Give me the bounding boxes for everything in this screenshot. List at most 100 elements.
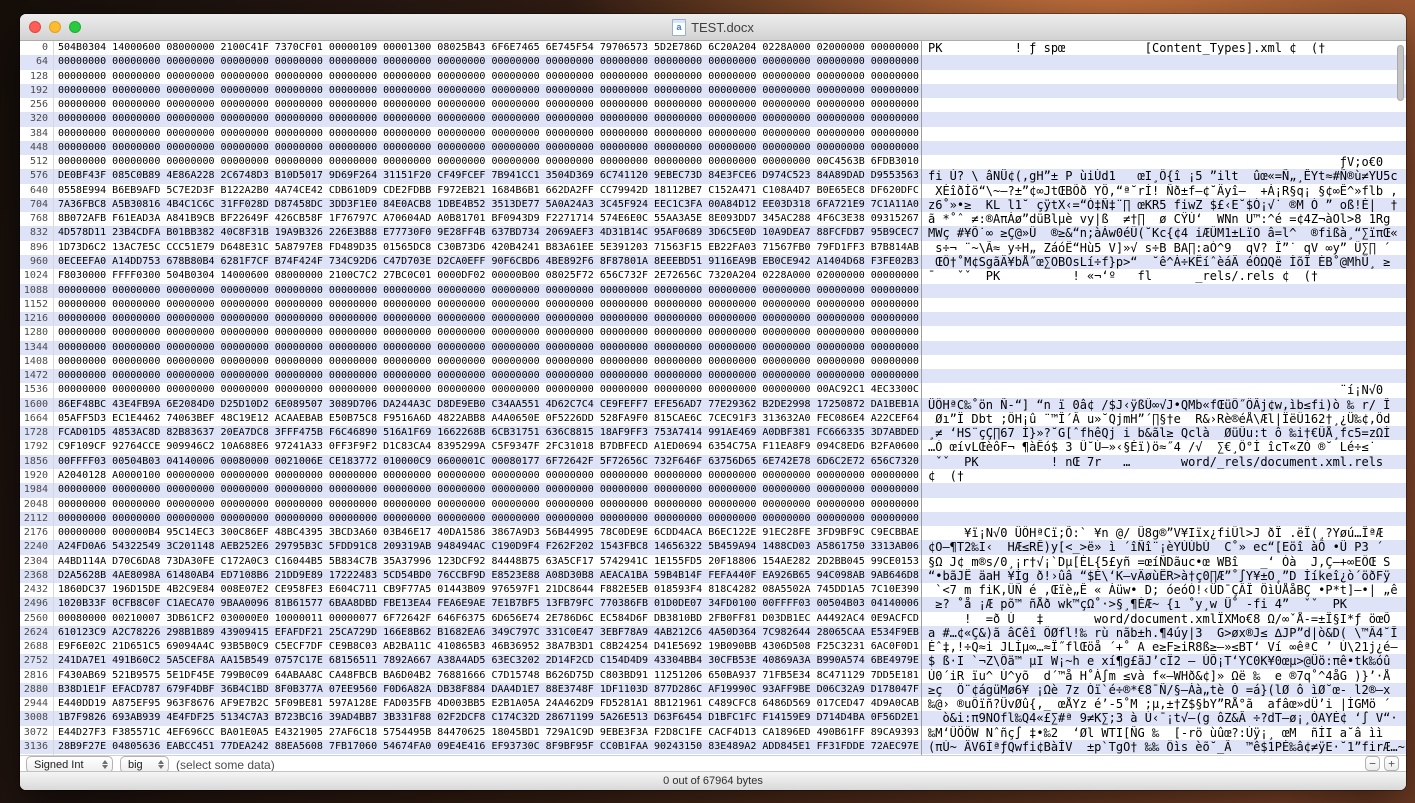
- hex-row[interactable]: 00000000 00000000 00000000 00000000 0000…: [54, 155, 921, 169]
- hex-row[interactable]: E9F6E02C 21D651C5 69094A4C 93B5B0C9 C5EC…: [54, 640, 921, 654]
- ascii-row[interactable]: ‰M‘ÛÖÖW Nˆñç∫ ‡•‰2 ‘Øl WTI[ÑG ‰ [-rö ùûœ…: [922, 726, 1406, 740]
- hex-row[interactable]: 28B9F27E 04805636 EABCC451 77DEA242 88EA…: [54, 740, 921, 754]
- ascii-row[interactable]: [922, 127, 1406, 141]
- ascii-row[interactable]: [922, 355, 1406, 369]
- ascii-row[interactable]: [922, 70, 1406, 84]
- hex-row[interactable]: 00000000 00000000 00000000 00000000 0000…: [54, 355, 921, 369]
- ascii-row[interactable]: [922, 341, 1406, 355]
- hex-row[interactable]: 00000000 00000000 00000000 00000000 0000…: [54, 84, 921, 98]
- hex-row[interactable]: 00000000 00000000 00000000 00000000 0000…: [54, 141, 921, 155]
- hex-row[interactable]: 00000000 00000000 00000000 00000000 0000…: [54, 369, 921, 383]
- hex-row[interactable]: 4D578D11 23B4CDFA B01BB382 40C8F31B 19A9…: [54, 226, 921, 240]
- hex-row[interactable]: 504B0304 14000600 08000000 2100C41F 7370…: [54, 41, 921, 55]
- hex-row[interactable]: 00000000 00000000 00000000 00000000 0000…: [54, 498, 921, 512]
- ascii-row[interactable]: ã *˚ˆ ≠:®AπÀø”düBlµè vy|ß ≠†∏ ø CŸÚ‘ WNn…: [922, 212, 1406, 226]
- hex-row[interactable]: 86EF48BC 43E4FB9A 6E2084D0 D25D10D2 6E08…: [54, 398, 921, 412]
- ascii-row[interactable]: ¢O–¶T2‰I‹ HÆ≤RÊ)y[<_>ë» ì ´îÑî¨¡èYÙÚbÚ C…: [922, 540, 1406, 554]
- hex-row[interactable]: 00000000 00000000 00000000 00000000 0000…: [54, 98, 921, 112]
- ascii-row[interactable]: [922, 369, 1406, 383]
- hex-row[interactable]: 00000000 00000000 00000000 00000000 0000…: [54, 298, 921, 312]
- hex-row[interactable]: 1D73D6C2 13AC7E5C CCC51E79 D648E31C 5A87…: [54, 241, 921, 255]
- hex-row[interactable]: 00000000 00000000 00000000 00000000 0000…: [54, 112, 921, 126]
- ascii-row[interactable]: `<7 m fiK,ÛÑ é ‚Œïè„Ê « Àüw• D; óeóÒ!‹ÜD…: [922, 583, 1406, 597]
- ascii-row[interactable]: ÜÔHªC‰˚ön Ñ-“] “n ï 0â¢ /$J‹ÿßÛ∞√J•QMb«f…: [922, 398, 1406, 412]
- minimize-button[interactable]: [49, 21, 61, 33]
- hex-row[interactable]: B38D1E1F EFACD787 679F4DBF 36B4C1BD 8F0B…: [54, 683, 921, 697]
- hex-row[interactable]: 00080000 00210007 3DB61CF2 030000E0 1000…: [54, 612, 921, 626]
- hex-row[interactable]: 1020B33F 0CFB8C0F C1AECA70 9BAA0096 81B6…: [54, 597, 921, 611]
- ascii-row[interactable]: ≥ç Ô¨¢ágüMø6¥ ¡Ωè 7z Óï`é÷®*€8¯Ñ/§–Áà„tè…: [922, 683, 1406, 697]
- hex-row[interactable]: 00000000 00000000 00000000 00000000 0000…: [54, 341, 921, 355]
- hex-row[interactable]: 05AFF5D3 EC1E4462 74063BEF 48C19E12 ACAA…: [54, 412, 921, 426]
- ascii-row[interactable]: fi Ù? \ âNÜ¢(,gH”± P ùiÚd1 œI¸Ô{î ¡5 ”il…: [922, 169, 1406, 183]
- ascii-row[interactable]: [922, 84, 1406, 98]
- hex-row[interactable]: 00000000 00000000 00000000 00000000 0000…: [54, 70, 921, 84]
- hex-row[interactable]: FCAD01D5 4853AC8D 82B83637 20EA7DC8 3FFF…: [54, 426, 921, 440]
- ascii-row[interactable]: [922, 112, 1406, 126]
- ascii-row[interactable]: ‰@› ®uÔïñ?ÜvØû{,_ œÅYz é’-5˚M ;µ,±†Z$§bY…: [922, 697, 1406, 711]
- ascii-row[interactable]: [922, 512, 1406, 526]
- ascii-row[interactable]: ¯ ˇˇ PK ! «¬‘º fl _rels/.rels ¢ (†: [922, 269, 1406, 283]
- hex-row[interactable]: 241DA7E1 491B60C2 5A5CEF8A AA15B549 0757…: [54, 654, 921, 668]
- hex-row[interactable]: D2A5628B 4AE8098A 61480AB4 ED7108B6 21DD…: [54, 569, 921, 583]
- title-bar[interactable]: a TEST.docx: [20, 14, 1406, 41]
- scrollbar-thumb[interactable]: [1397, 45, 1404, 101]
- ascii-row[interactable]: s÷¬ ¨~\Ã≈ y÷H„ ZáóË“Hù5 V]»√ s÷B BA∏:aÓ^…: [922, 241, 1406, 255]
- ascii-row[interactable]: [922, 141, 1406, 155]
- ascii-row[interactable]: (πÚ~ ÄV6ÍªƒQwfi¢BàÍV ±p`TgO† ‰‰ Ôìs èõ˘_…: [922, 740, 1406, 754]
- hex-row[interactable]: A2040128 A0000100 00000000 00000000 0000…: [54, 469, 921, 483]
- ascii-row[interactable]: §Ω J¢ m®s/0¸¡r†√¡`Dµ[ÉL{5£yñ =œíÑDãuc•œ …: [922, 555, 1406, 569]
- ascii-row[interactable]: …Ò œívLŒèôF¬ ¶àÊó$ 3 Û˘Ú–»‹§Éï)ö≈˝4 /√ ∑…: [922, 440, 1406, 454]
- hex-row[interactable]: A24FD0A6 54322549 3C201148 AEB252E6 2979…: [54, 540, 921, 554]
- hex-row[interactable]: 610123C9 A2C78226 298B1B89 43909415 EFAF…: [54, 626, 921, 640]
- ascii-row[interactable]: XÈîðÍö“\~–?±”¢∞JtŒBÕð YÖ‚“ª˘rÍ! Ñð±f–¢˘Ä…: [922, 184, 1406, 198]
- ascii-row[interactable]: ≥? ˚å ¡Æ põ™ ñÅð wk™çΩ˚·>§¸¶ÈÆ~ {ı ˚y¸w …: [922, 597, 1406, 611]
- ascii-row[interactable]: [922, 483, 1406, 497]
- ascii-row[interactable]: ¸≠ ‘HS¨çÇ∏67 Í}»?˘G[ˆfhêQj i b&ãl≥ Qclà …: [922, 426, 1406, 440]
- hex-row[interactable]: 8B072AFB F61EAD3A A841B9CB BF22649F 426C…: [54, 212, 921, 226]
- ascii-row[interactable]: [922, 498, 1406, 512]
- close-button[interactable]: [29, 21, 41, 33]
- ascii-row[interactable]: z6˚»•≥ KL l1˘ çÿtX‹=“Ò‡Ñ‡¨∏ œKR5 fiwZ $£…: [922, 198, 1406, 212]
- hex-row[interactable]: 00000000 00000000 00000000 00000000 0000…: [54, 55, 921, 69]
- ascii-row[interactable]: [922, 98, 1406, 112]
- hex-row[interactable]: A4BD114A D70C6DA8 73DA30FE C172A0C3 C160…: [54, 555, 921, 569]
- ascii-row[interactable]: PK ! ƒ spœ [Content_Types].xml ¢ (†: [922, 41, 1406, 55]
- hex-row[interactable]: F430AB69 521B9575 5E1DF45E 799B0C09 64AB…: [54, 669, 921, 683]
- hex-row[interactable]: 00000000 00000000 00000000 00000000 0000…: [54, 312, 921, 326]
- hex-row[interactable]: 00000000 000000B4 95C14EC3 300C86EF 48BC…: [54, 526, 921, 540]
- ascii-row[interactable]: ŒÔ†˚M¢SgãÄ¥bÅ˝œ∑OBOsLí÷f}p>“ ˘ê^À÷KËíˆèá…: [922, 255, 1406, 269]
- hex-row[interactable]: 1B7F9826 693AB939 4E4FDF25 5134C7A3 B723…: [54, 711, 921, 725]
- hex-row[interactable]: 00000000 00000000 00000000 00000000 0000…: [54, 483, 921, 497]
- hex-row[interactable]: F8030000 FFFF0300 504B0304 14000600 0800…: [54, 269, 921, 283]
- hex-row[interactable]: 1860DC37 196D15DE 4B2C9E84 008E07E2 CE95…: [54, 583, 921, 597]
- hex-row[interactable]: 0ECEEFA0 A14DD753 678B80B4 6281F7CF B74F…: [54, 255, 921, 269]
- ascii-row[interactable]: [922, 326, 1406, 340]
- decrease-font-button[interactable]: −: [1365, 756, 1380, 771]
- hex-row[interactable]: E440DD19 A875EF95 963F8676 AF9E7B2C 5F09…: [54, 697, 921, 711]
- hex-row[interactable]: E44D27F3 F385571C 4EF696CC BA01E0A5 E432…: [54, 726, 921, 740]
- ascii-row[interactable]: a #…¢«Ç&)ã âCêî ÔØfl!‰ rù nãb±h.¶4úy|3 G…: [922, 626, 1406, 640]
- zoom-button[interactable]: [69, 21, 81, 33]
- hex-row[interactable]: C9F109CF 92764CCE 909946C2 10A688E6 9724…: [54, 440, 921, 454]
- ascii-row[interactable]: ƒV;o€0: [922, 155, 1406, 169]
- hex-row[interactable]: 7A36FBC8 A5B30816 4B4C1C6C 31FF028D D874…: [54, 198, 921, 212]
- ascii-row[interactable]: Èˆ‡‚!÷Q≈i JLÌµ∞…≈Ï˝flŒöå ´+˚ A e≥F≥iR8ß≥…: [922, 640, 1406, 654]
- hex-row[interactable]: 00FFFF03 00504B03 04140006 00080000 0021…: [54, 455, 921, 469]
- ascii-row[interactable]: Øı”Ï Dbt ;ÔH¡û ¨™Î´Â u»˘QjmH”´∏§†e R&›Rè…: [922, 412, 1406, 426]
- ascii-row[interactable]: [922, 312, 1406, 326]
- ascii-row[interactable]: [922, 55, 1406, 69]
- ascii-row[interactable]: $ ß·I `¬Z\Ôä™ µI W¡~h e xí¶g£äJ’cÏ2 – ÚÕ…: [922, 654, 1406, 668]
- hex-row[interactable]: 00000000 00000000 00000000 00000000 0000…: [54, 326, 921, 340]
- ascii-row[interactable]: ! =ð Ú ‡ word/document.xmlÏXMo€8 Ω/∞ˇÅ-=…: [922, 612, 1406, 626]
- hex-row[interactable]: 00000000 00000000 00000000 00000000 0000…: [54, 383, 921, 397]
- increase-font-button[interactable]: +: [1384, 756, 1399, 771]
- ascii-row[interactable]: MWç #¥Õ˙∞ ≥Ç@»Û ®≥&“n;àÁw0éÛ(˘Kc{¢4 iÆÛM…: [922, 226, 1406, 240]
- ascii-row[interactable]: ˇˇ PK ! nŒ 7r … word/_rels/document.xml.…: [922, 455, 1406, 469]
- ascii-pane[interactable]: PK ! ƒ spœ [Content_Types].xml ¢ († ƒV;o…: [922, 41, 1406, 755]
- ascii-row[interactable]: ¨í¡N√0: [922, 383, 1406, 397]
- hex-row[interactable]: DE0BF43F 085C0B89 4E86A228 2C6748D3 B10D…: [54, 169, 921, 183]
- hex-row[interactable]: 00000000 00000000 00000000 00000000 0000…: [54, 284, 921, 298]
- hex-row[interactable]: 00000000 00000000 00000000 00000000 0000…: [54, 127, 921, 141]
- ascii-row[interactable]: ¢ (†: [922, 469, 1406, 483]
